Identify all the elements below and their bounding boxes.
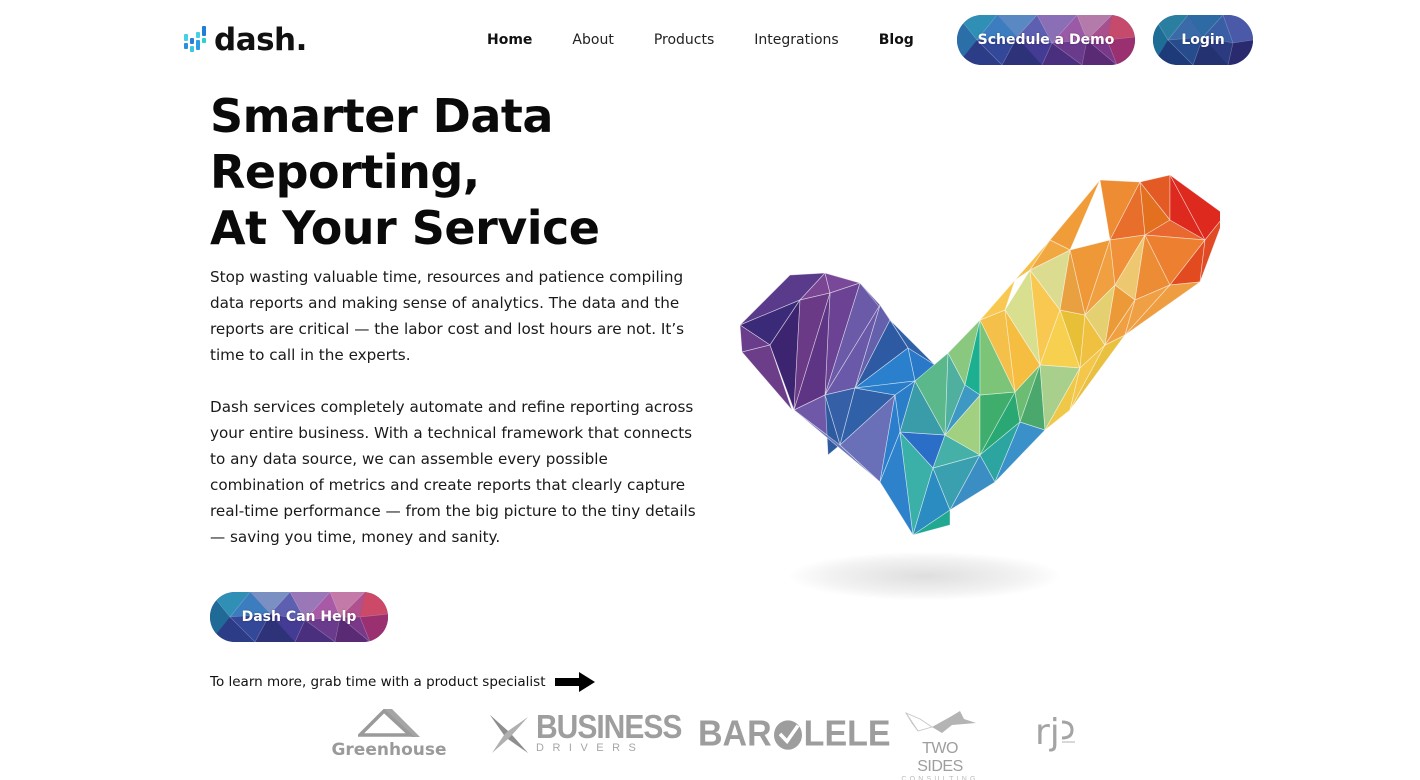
business-drivers-x-icon [490, 715, 528, 753]
greenhouse-name: Greenhouse [331, 740, 447, 760]
arrow-right-icon[interactable] [555, 672, 596, 692]
specialist-cta[interactable]: To learn more, grab time with a product … [210, 672, 596, 692]
dash-can-help-button[interactable]: Dash Can Help [210, 592, 388, 642]
two-sides-fox-icon [904, 711, 976, 733]
client-logo-business-drivers: BUSINESS DRIVERS [488, 709, 682, 755]
nav-products[interactable]: Products [654, 31, 714, 49]
brand-logo[interactable]: dash. [184, 22, 307, 58]
hero-title-line-3: At Your Service [210, 201, 600, 255]
client-logo-greenhouse: Greenhouse [330, 708, 448, 760]
nav-blog[interactable]: Blog [879, 31, 914, 49]
hero-paragraph-2: Dash services completely automate and re… [210, 398, 696, 546]
client-logo-rjp: rj [1035, 711, 1076, 755]
hero-title-line-1: Smarter Data [210, 89, 553, 143]
business-drivers-top: BUSINESS [536, 709, 682, 746]
hero-title-line-2: Reporting, [210, 145, 480, 199]
dash-can-help-label: Dash Can Help [241, 609, 357, 625]
main-nav: Home About Products Integrations Blog [487, 31, 954, 49]
client-logo-barolele: BAR LELE [698, 714, 891, 755]
nav-about[interactable]: About [572, 31, 613, 49]
schedule-demo-button[interactable]: Schedule a Demo [957, 15, 1135, 65]
nav-home[interactable]: Home [487, 31, 532, 49]
client-logos: Greenhouse BUSINESS DRIVERS BAR LELE TWO… [0, 705, 1420, 780]
login-label: Login [1181, 32, 1225, 48]
greenhouse-roof-icon [355, 708, 420, 737]
client-logo-two-sides: TWO SIDES CONSULTING [898, 709, 982, 780]
login-button[interactable]: Login [1153, 15, 1253, 65]
two-sides-name: TWO SIDES [917, 740, 963, 775]
barolele-check-icon [773, 719, 802, 750]
rjp-name: rj [1035, 712, 1060, 753]
barolele-right: LELE [803, 714, 891, 754]
schedule-demo-label: Schedule a Demo [977, 32, 1115, 48]
site-header: dash. Home About Products Integrations B… [0, 0, 1420, 80]
brand-name: dash. [214, 22, 307, 58]
bar-equalizer-icon [184, 26, 210, 54]
rjp-p-glyph-icon [1061, 720, 1075, 743]
barolele-left: BAR [698, 714, 772, 754]
nav-integrations[interactable]: Integrations [754, 31, 838, 49]
two-sides-sub: CONSULTING [901, 776, 979, 780]
specialist-cta-text: To learn more, grab time with a product … [210, 674, 546, 690]
hero-title: Smarter Data Reporting, At Your Service [210, 88, 600, 256]
hero-paragraph-1: Stop wasting valuable time, resources an… [210, 268, 685, 364]
polygon-checkmark-icon [739, 174, 1220, 536]
